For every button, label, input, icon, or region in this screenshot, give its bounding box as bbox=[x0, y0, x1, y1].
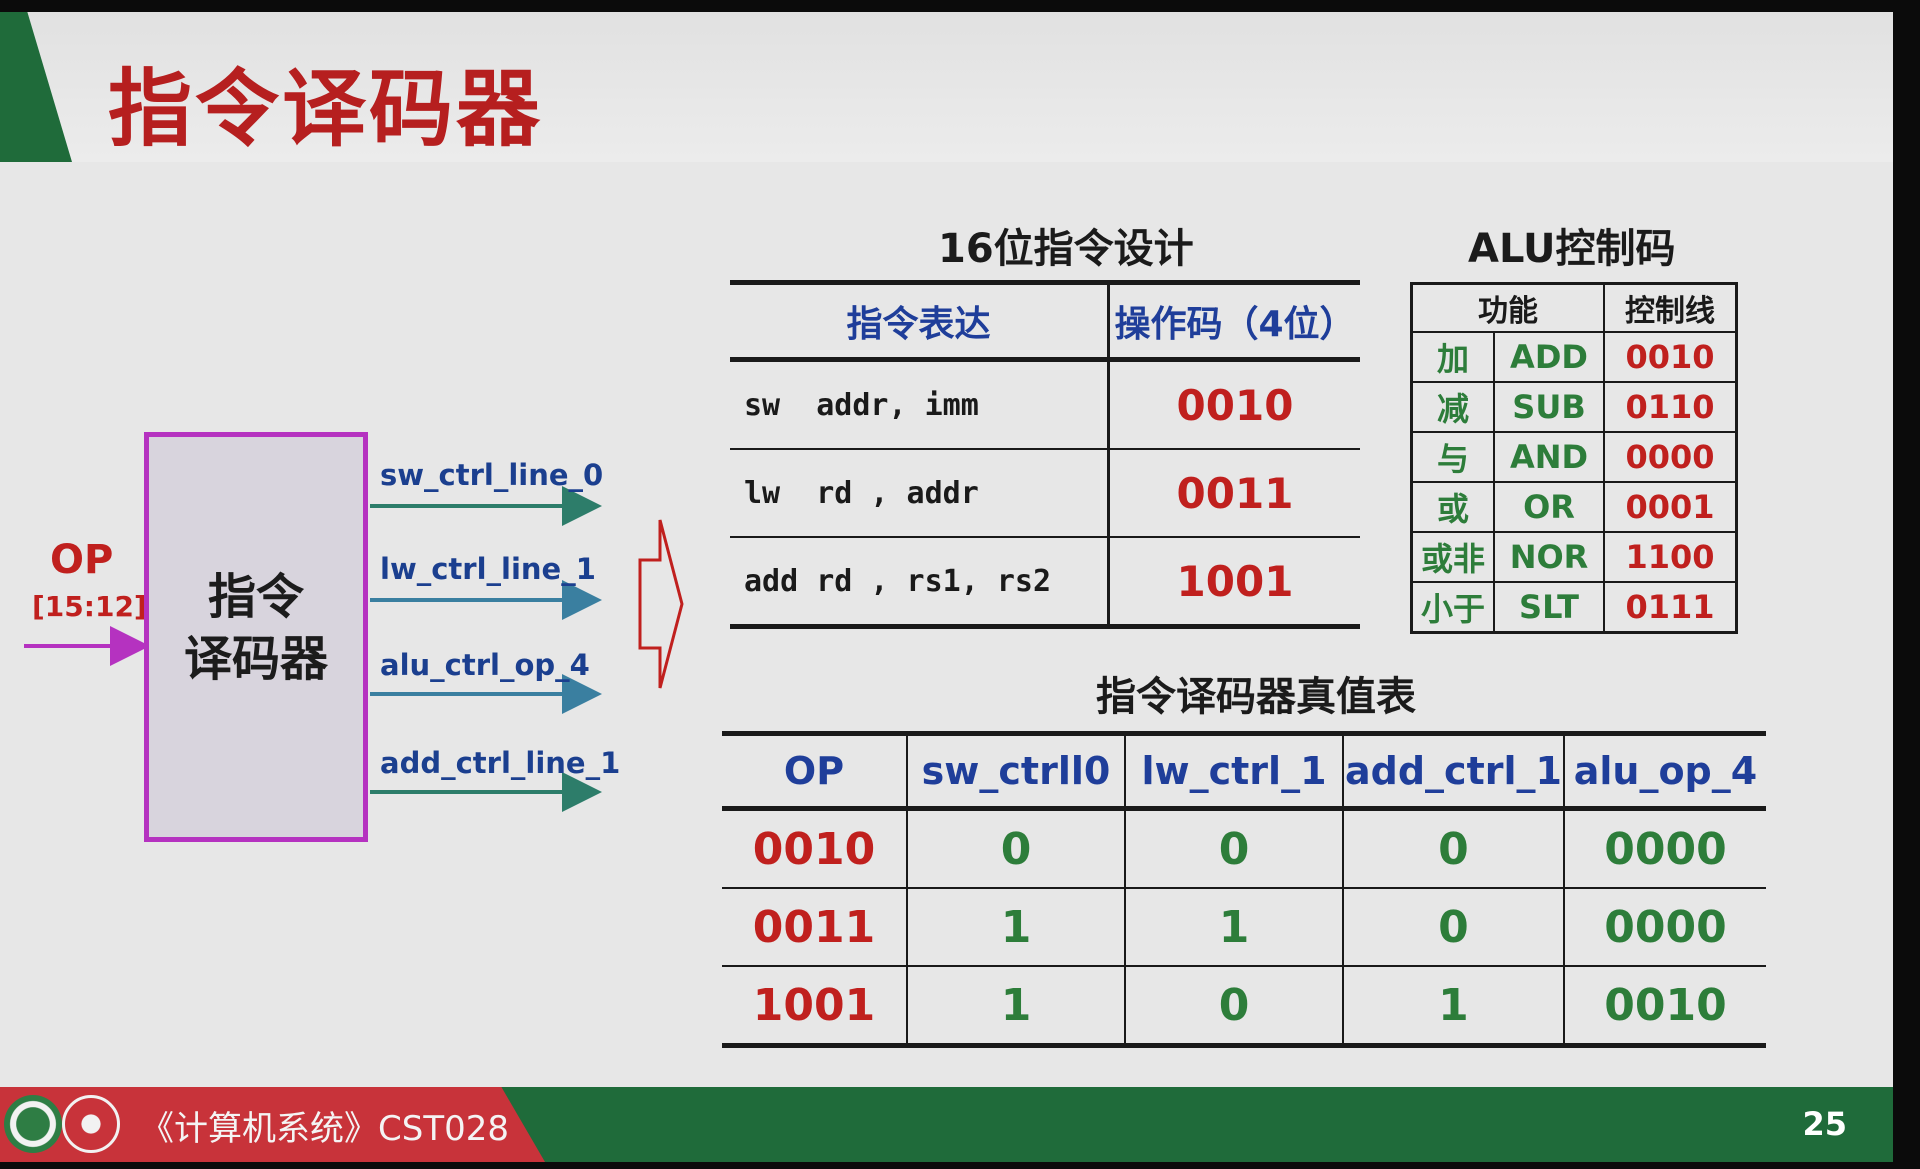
table-row: 0010 0 0 0 0000 bbox=[722, 808, 1766, 889]
instr-opcode: 0010 bbox=[1107, 359, 1360, 450]
alu-func-cn: 减 bbox=[1410, 381, 1495, 433]
instr-expr: sw addr, imm bbox=[730, 359, 1109, 450]
table-row: sw addr, imm 0010 bbox=[730, 359, 1360, 450]
output-signal-label: lw_ctrl_line_1 bbox=[380, 552, 596, 586]
course-name: 《计算机系统》CST028 bbox=[140, 1109, 509, 1149]
big-right-arrow bbox=[638, 519, 684, 689]
alu-func-en: AND bbox=[1493, 431, 1605, 483]
truth-header: OP bbox=[722, 733, 907, 811]
table-row: 加 ADD 0010 bbox=[1410, 331, 1738, 383]
output-signal-label: alu_ctrl_op_4 bbox=[380, 648, 590, 682]
slide: 指令译码器 OP [15:12] 指令 译码器 sw_ctrl_line_0 l… bbox=[0, 12, 1893, 1162]
truth-cell: 0 bbox=[1342, 888, 1564, 967]
alu-func-cn: 或非 bbox=[1410, 531, 1495, 583]
truth-table: OP sw_ctrll0 lw_ctrl_1 add_ctrl_1 alu_op… bbox=[722, 731, 1766, 1048]
alu-func-en: SLT bbox=[1493, 581, 1605, 634]
alu-func-cn: 与 bbox=[1410, 431, 1495, 483]
instr-table: 指令表达 操作码（4位） sw addr, imm 0010 lw rd , a… bbox=[730, 280, 1360, 629]
truth-cell: 0000 bbox=[1562, 808, 1766, 889]
truth-header: lw_ctrl_1 bbox=[1124, 733, 1343, 811]
output-signal-label: add_ctrl_line_1 bbox=[380, 746, 621, 780]
alu-func-cn: 小于 bbox=[1410, 581, 1495, 634]
decoder-block: 指令 译码器 bbox=[144, 432, 368, 842]
table-row: add rd , rs1, rs2 1001 bbox=[730, 537, 1360, 627]
truth-cell: 0000 bbox=[1562, 888, 1766, 967]
table-row: 减 SUB 0110 bbox=[1410, 381, 1738, 433]
truth-header: sw_ctrll0 bbox=[906, 733, 1125, 811]
table-row: 1001 1 0 1 0010 bbox=[722, 966, 1766, 1046]
op-input-range: [15:12] bbox=[32, 590, 147, 623]
truth-cell: 1 bbox=[906, 966, 1125, 1046]
alu-code: 0110 bbox=[1603, 381, 1738, 433]
truth-cell-op: 1001 bbox=[752, 979, 876, 1031]
table-row: 与 AND 0000 bbox=[1410, 431, 1738, 483]
truth-cell: 1 bbox=[906, 888, 1125, 967]
alu-code: 0111 bbox=[1603, 581, 1738, 634]
truth-cell: 0 bbox=[1124, 808, 1343, 889]
truth-header: alu_op_4 bbox=[1562, 733, 1766, 811]
decoder-label-line2: 译码器 bbox=[183, 631, 328, 687]
instr-header-expr: 指令表达 bbox=[730, 282, 1109, 362]
truth-cell: 1 bbox=[1342, 966, 1564, 1046]
alu-func-cn: 或 bbox=[1410, 481, 1495, 533]
truth-cell: 1 bbox=[1124, 888, 1343, 967]
truth-header: add_ctrl_1 bbox=[1342, 733, 1564, 811]
alu-table-title: ALU控制码 bbox=[1468, 226, 1676, 272]
truth-cell: 0010 bbox=[1562, 966, 1766, 1046]
alu-code: 1100 bbox=[1603, 531, 1738, 583]
instr-header-opcode: 操作码（4位） bbox=[1107, 282, 1360, 362]
alu-func-en: OR bbox=[1493, 481, 1605, 533]
instr-expr: lw rd , addr bbox=[730, 449, 1109, 538]
alu-table: 功能 控制线 加 ADD 0010 减 SUB 0110 与 AND 0000 或 OR 000… bbox=[1410, 282, 1738, 634]
truth-table-title: 指令译码器真值表 bbox=[1096, 674, 1416, 720]
truth-cell-op: 0011 bbox=[722, 888, 907, 967]
alu-func-en: NOR bbox=[1493, 531, 1605, 583]
page-number: 25 bbox=[1802, 1105, 1847, 1143]
truth-cell-op: 0010 bbox=[722, 808, 907, 889]
alu-code: 0010 bbox=[1603, 331, 1738, 383]
table-row: 或非 NOR 1100 bbox=[1410, 531, 1738, 583]
table-row: 0011 1 1 0 0000 bbox=[722, 888, 1766, 967]
alu-code: 0001 bbox=[1603, 481, 1738, 533]
instr-opcode: 1001 bbox=[1107, 537, 1360, 627]
table-row: lw rd , addr 0011 bbox=[730, 449, 1360, 538]
instr-expr: add rd , rs1, rs2 bbox=[744, 563, 1052, 599]
instr-opcode: 0011 bbox=[1107, 449, 1360, 538]
instr-table-title: 16位指令设计 bbox=[938, 226, 1194, 272]
truth-cell: 0 bbox=[1342, 808, 1564, 889]
truth-cell: 0 bbox=[1124, 966, 1343, 1046]
truth-cell: 0 bbox=[906, 808, 1125, 889]
university-logo-icon bbox=[4, 1095, 62, 1153]
decoder-label-line1: 指令 bbox=[207, 569, 304, 625]
footer-bar: 《计算机系统》CST028 25 bbox=[0, 1087, 1893, 1162]
output-signal-label: sw_ctrl_line_0 bbox=[380, 458, 604, 492]
alu-header-control: 控制线 bbox=[1603, 282, 1738, 333]
table-row: 或 OR 0001 bbox=[1410, 481, 1738, 533]
alu-header-function: 功能 bbox=[1410, 282, 1605, 333]
alu-func-cn: 加 bbox=[1410, 331, 1495, 383]
alu-func-en: ADD bbox=[1493, 331, 1605, 383]
seal-icon bbox=[62, 1095, 120, 1153]
table-row: 小于 SLT 0111 bbox=[1410, 581, 1738, 634]
alu-code: 0000 bbox=[1603, 431, 1738, 483]
alu-func-en: SUB bbox=[1493, 381, 1605, 433]
op-input-label: OP bbox=[50, 537, 114, 583]
